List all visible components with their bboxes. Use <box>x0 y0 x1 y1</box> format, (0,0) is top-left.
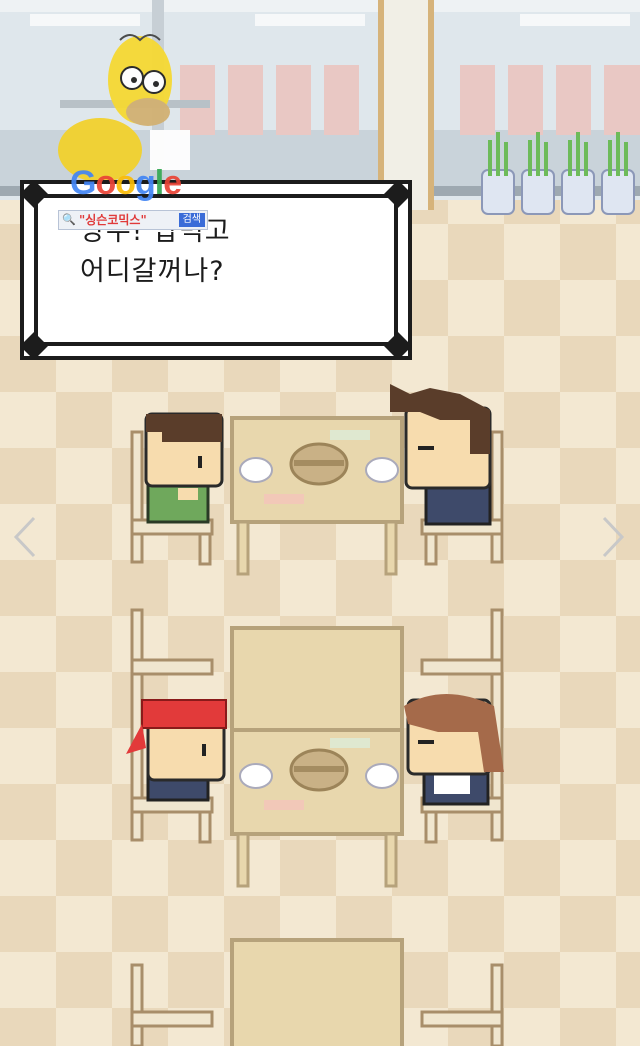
google-logo-letter: l <box>154 164 165 202</box>
google-logo-letter: o <box>115 164 136 202</box>
next-page-button[interactable] <box>598 512 628 562</box>
watermark-search-query: "싱슨코믹스" <box>79 213 147 227</box>
chevron-left-icon <box>13 516 36 558</box>
google-logo-letter: o <box>95 164 116 202</box>
google-logo-letter: e <box>163 164 182 202</box>
watermark-search-bar: 🔍 "싱슨코믹스" 검색 <box>58 210 208 230</box>
game-scene <box>0 0 640 1046</box>
chevron-right-icon <box>602 516 625 558</box>
watermark-search-button: 검색 <box>178 213 205 227</box>
google-logo-letter: G <box>70 164 96 202</box>
table-bottom <box>230 938 404 1046</box>
prev-page-button[interactable] <box>10 512 40 562</box>
google-watermark-logo: Google <box>70 164 182 203</box>
search-icon: 🔍 <box>62 213 76 226</box>
google-logo-letter: g <box>135 164 156 202</box>
